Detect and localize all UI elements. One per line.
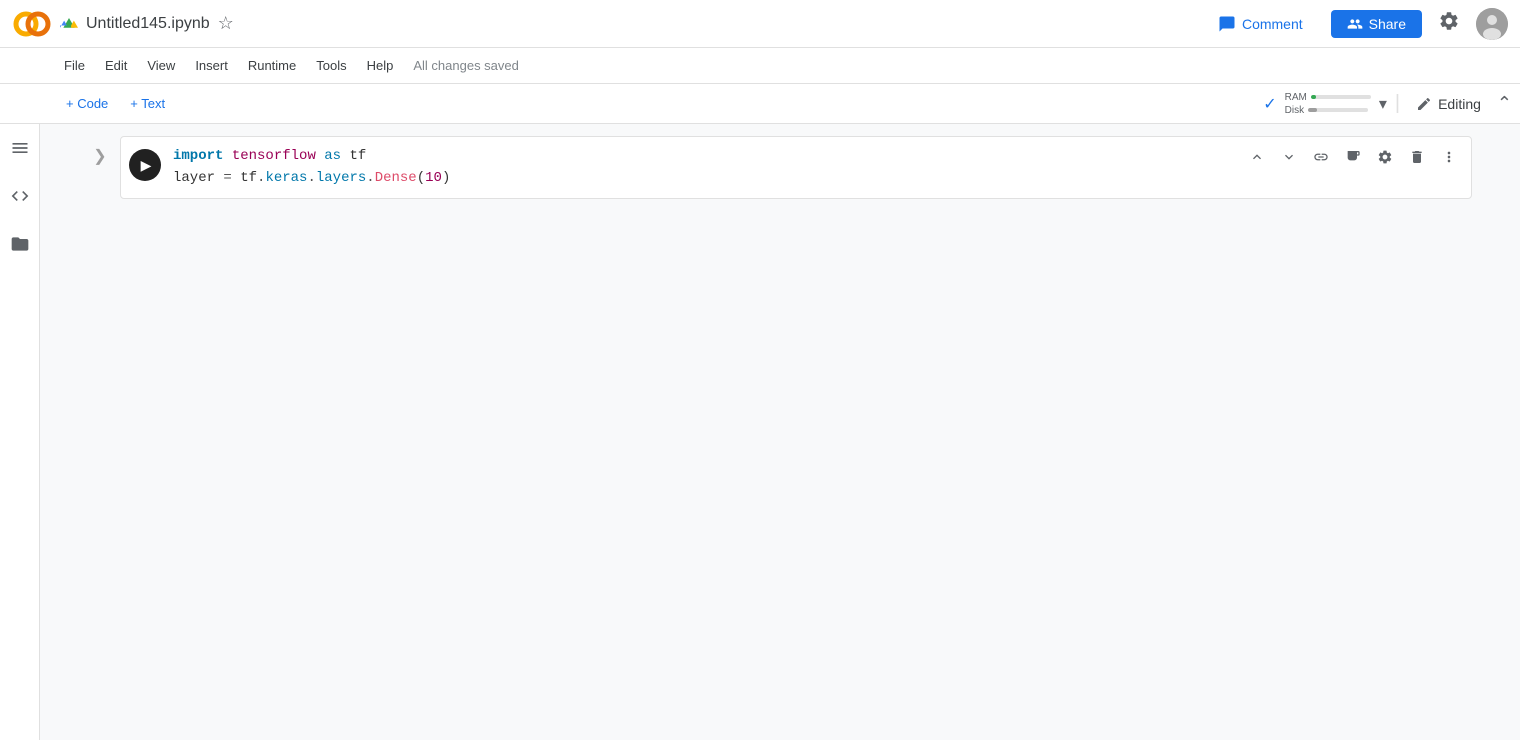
share-icon (1347, 16, 1363, 32)
cell-left-gutter: ❯ (80, 136, 120, 166)
settings-button[interactable] (1438, 10, 1460, 38)
sidebar-menu-icon[interactable] (4, 132, 36, 164)
main-area: ❯ (0, 124, 1520, 740)
notebook-title[interactable]: Untitled145.ipynb (86, 15, 210, 33)
disk-row: Disk (1285, 105, 1368, 116)
drive-icon (60, 12, 78, 35)
move-up-button[interactable] (1243, 143, 1271, 171)
add-code-button[interactable]: + Code (56, 92, 118, 115)
sidebar-code-icon[interactable] (4, 180, 36, 212)
toolbar-right: ✓ RAM Disk ▾ | Editing ⌃ (1263, 92, 1512, 116)
cell-container: ❯ (80, 136, 1480, 199)
ram-row: RAM (1285, 92, 1371, 103)
menu-tools[interactable]: Tools (308, 54, 354, 77)
sidebar-folder-icon[interactable] (4, 228, 36, 260)
ram-progress-bar (1311, 95, 1371, 99)
menu-edit[interactable]: Edit (97, 54, 135, 77)
add-text-button[interactable]: + Text (120, 92, 175, 115)
disk-progress-bar (1308, 108, 1368, 112)
top-right-actions: Comment Share (1206, 8, 1508, 40)
ram-disk-dropdown[interactable]: ▾ (1379, 94, 1387, 114)
menu-file[interactable]: File (56, 54, 93, 77)
menu-view[interactable]: View (139, 54, 183, 77)
menu-runtime[interactable]: Runtime (240, 54, 304, 77)
notebook-content[interactable]: ❯ (40, 124, 1520, 740)
star-icon[interactable]: ☆ (218, 13, 234, 34)
cell-toolbar (1243, 143, 1463, 171)
colab-logo[interactable] (12, 4, 52, 44)
ram-label: RAM (1285, 92, 1307, 103)
comment-button[interactable]: Comment (1206, 9, 1315, 39)
more-options-button[interactable] (1435, 143, 1463, 171)
editing-label: Editing (1438, 96, 1481, 112)
notebook-title-area: Untitled145.ipynb ☆ (60, 12, 1206, 35)
menu-help[interactable]: Help (359, 54, 402, 77)
collapse-button[interactable]: ⌃ (1497, 93, 1512, 114)
disk-label: Disk (1285, 105, 1304, 116)
menu-insert[interactable]: Insert (187, 54, 236, 77)
link-button[interactable] (1307, 143, 1335, 171)
toolbar: + Code + Text ✓ RAM Disk ▾ | (0, 84, 1520, 124)
check-icon: ✓ (1263, 94, 1276, 114)
code-line-1: import tensorflow as tf (173, 145, 1351, 167)
editing-button[interactable]: Editing (1408, 92, 1489, 116)
share-button[interactable]: Share (1331, 10, 1422, 38)
code-view-button[interactable] (1339, 143, 1367, 171)
left-sidebar (0, 124, 40, 740)
toolbar-divider: | (1395, 92, 1400, 115)
comment-icon (1218, 15, 1236, 33)
ram-disk-indicator[interactable]: RAM Disk (1285, 92, 1371, 116)
comment-label: Comment (1242, 16, 1303, 32)
top-bar: Untitled145.ipynb ☆ Comment Share (0, 0, 1520, 48)
share-label: Share (1369, 16, 1406, 32)
pencil-icon (1416, 96, 1432, 112)
run-icon: ▶ (141, 157, 152, 174)
run-cell-button[interactable]: ▶ (129, 149, 161, 181)
code-line-2: layer = tf.keras.layers.Dense(10) (173, 167, 1351, 189)
disk-progress-fill (1308, 108, 1317, 112)
ram-progress-fill (1311, 95, 1316, 99)
save-status: All changes saved (413, 58, 519, 73)
menu-bar: File Edit View Insert Runtime Tools Help… (0, 48, 1520, 84)
add-code-label: + Code (66, 96, 108, 111)
add-text-label: + Text (130, 96, 165, 111)
move-down-button[interactable] (1275, 143, 1303, 171)
code-cell[interactable]: ▶ import tensorflow as tf layer = tf.ker… (120, 136, 1472, 199)
cell-settings-button[interactable] (1371, 143, 1399, 171)
cell-collapse-icon[interactable]: ❯ (93, 146, 106, 166)
delete-cell-button[interactable] (1403, 143, 1431, 171)
avatar[interactable] (1476, 8, 1508, 40)
